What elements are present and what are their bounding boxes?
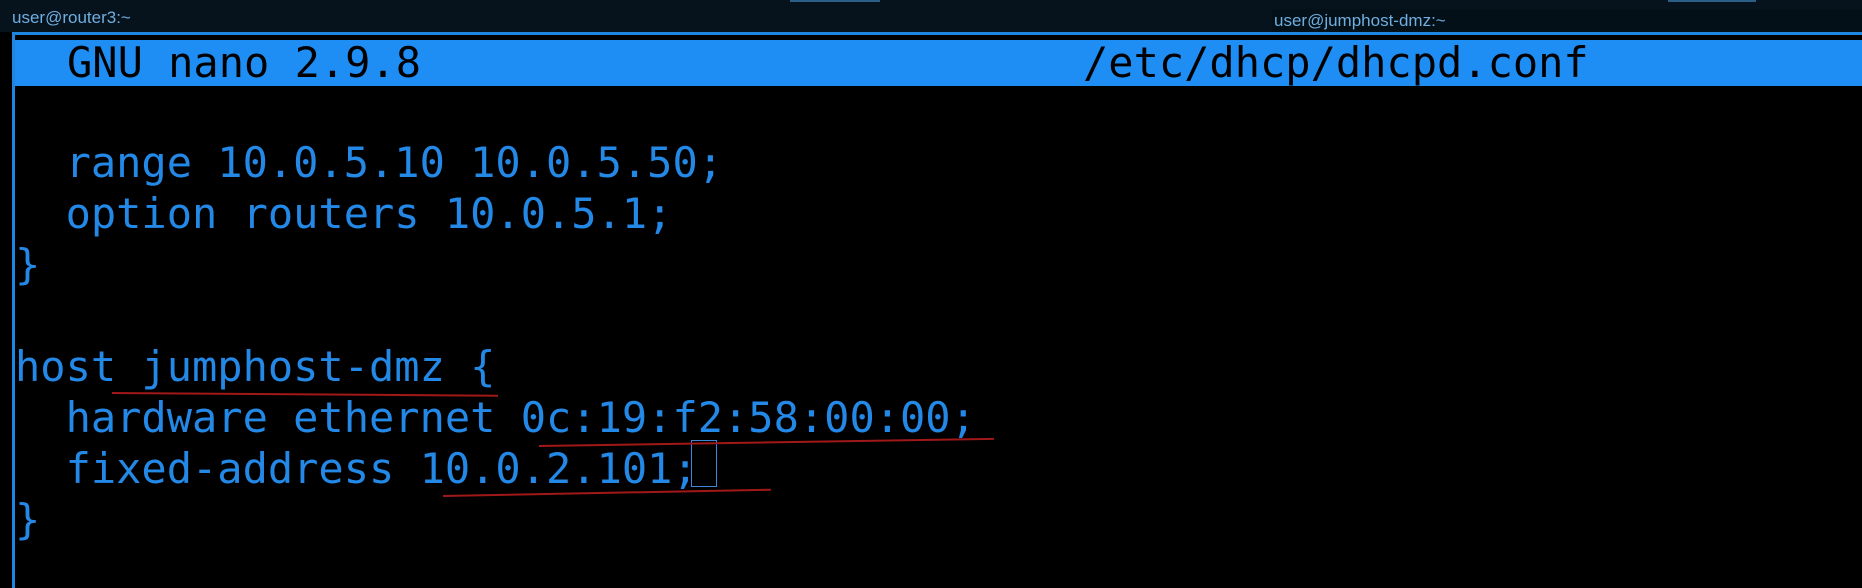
right-window-title[interactable]: user@jumphost-dmz:~ (1272, 9, 1862, 33)
left-window-title[interactable]: user@router3:~ (12, 9, 131, 27)
desktop-title-strip: user@router3:~ user@jumphost-dmz:~ (0, 0, 1862, 33)
file-line: } (15, 240, 41, 289)
nano-version-label: GNU nano 2.9.8 (67, 38, 422, 87)
file-line: option routers 10.0.5.1; (15, 189, 673, 238)
top-decoration-line (1668, 0, 1756, 2)
file-line: host jumphost-dmz { (15, 342, 496, 391)
terminal-window[interactable]: GNU nano 2.9.8 /etc/dhcp/dhcpd.conf rang… (12, 32, 1862, 588)
file-line: } (15, 495, 41, 544)
top-decoration-line (790, 0, 880, 2)
nano-title-bar: GNU nano 2.9.8 /etc/dhcp/dhcpd.conf (15, 40, 1862, 86)
file-content[interactable]: range 10.0.5.10 10.0.5.50; option router… (15, 35, 976, 544)
text-cursor (691, 440, 717, 487)
file-line: hardware ethernet 0c:19:f2:58:00:00; (15, 393, 976, 442)
file-line: fixed-address 10.0.2.101; (15, 444, 698, 493)
file-line: range 10.0.5.10 10.0.5.50; (15, 138, 724, 187)
nano-filename-label: /etc/dhcp/dhcpd.conf (1083, 38, 1589, 87)
